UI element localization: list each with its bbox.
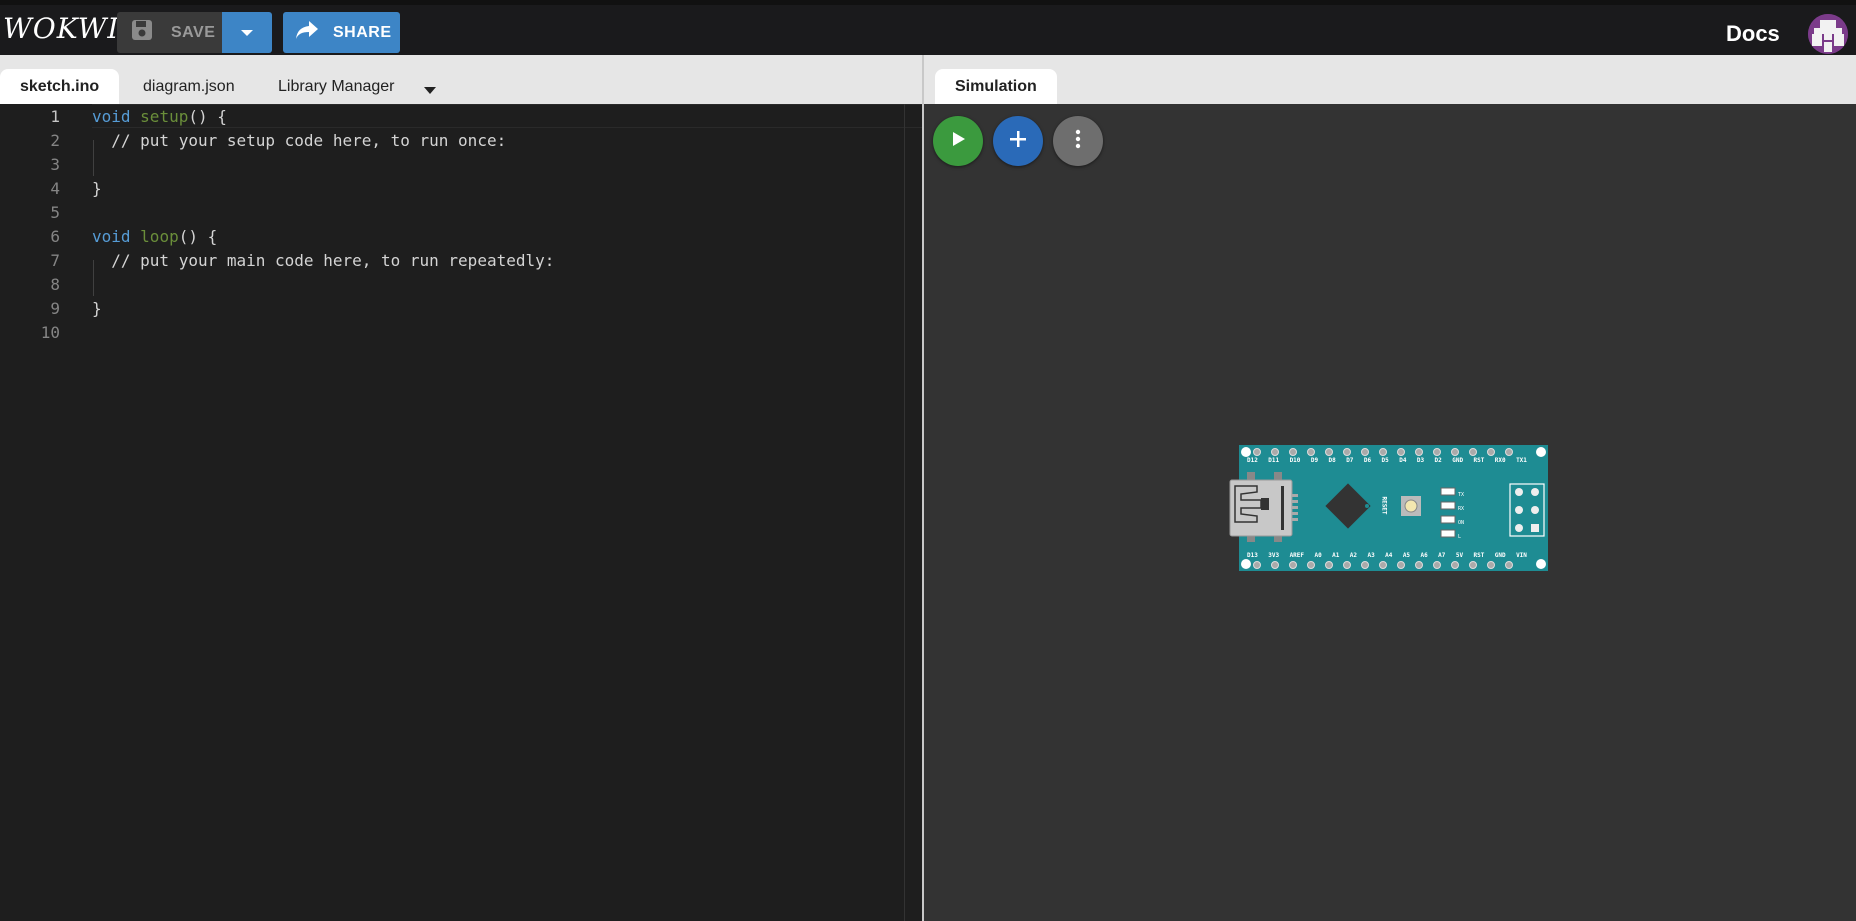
- tab-sketch-ino[interactable]: sketch.ino: [0, 69, 120, 104]
- pin-label: D2: [1434, 457, 1442, 464]
- code-line: 7 // put your main code here, to run rep…: [0, 248, 922, 272]
- docs-link[interactable]: Docs: [1726, 21, 1780, 47]
- line-number: 2: [50, 130, 60, 150]
- code-text: // put your setup code here, to run once…: [92, 130, 507, 150]
- pin-label: A3: [1367, 552, 1375, 559]
- editor-scrollbar[interactable]: [904, 104, 905, 921]
- floppy-disk-icon: [131, 19, 153, 46]
- code-line: 2 // put your setup code here, to run on…: [0, 128, 922, 152]
- pin-label: D7: [1346, 457, 1354, 464]
- code-editor[interactable]: 1 void setup() { 2 // put your setup cod…: [0, 104, 922, 921]
- code-line: 6 void loop() {: [0, 224, 922, 248]
- code-line: 3: [0, 152, 922, 176]
- line-number: 1: [50, 106, 60, 126]
- line-number: 5: [50, 202, 60, 222]
- pin-label: A0: [1314, 552, 1322, 559]
- user-avatar[interactable]: [1808, 14, 1848, 54]
- top-bar: WOKWI SAVE SHARE Docs: [0, 0, 1856, 55]
- code-text: }: [92, 298, 102, 318]
- tab-diagram-json[interactable]: diagram.json: [123, 69, 255, 104]
- pin-label: GND: [1452, 457, 1464, 464]
- pin-label: A5: [1402, 552, 1411, 559]
- save-label: SAVE: [171, 23, 216, 41]
- top-pin-labels: D12 D11 D10 D9 D8 D7 D6 D5 D4 D3 D2 GND …: [1247, 457, 1527, 464]
- code-text: void setup() {: [92, 106, 227, 126]
- caret-down-icon: [424, 81, 436, 98]
- vertical-dots-icon: [1075, 129, 1081, 154]
- pin-label: D4: [1399, 457, 1407, 464]
- line-number: 6: [50, 226, 60, 246]
- line-number: 3: [50, 154, 60, 174]
- tabs-more-dropdown[interactable]: [424, 81, 436, 99]
- play-icon: [949, 130, 967, 153]
- pin-label: A1: [1332, 552, 1340, 559]
- pin-label: GND: [1494, 552, 1506, 559]
- code-line: 9 }: [0, 296, 922, 320]
- pin-label: D12: [1247, 457, 1258, 464]
- pin-label: AREF: [1289, 552, 1305, 559]
- line-number: 9: [50, 298, 60, 318]
- pin-label: D6: [1363, 457, 1372, 464]
- pin-label: RX0: [1494, 457, 1506, 464]
- reset-label: RESET: [1380, 496, 1388, 515]
- line-number: 8: [50, 274, 60, 294]
- pin-label: D13: [1247, 552, 1258, 559]
- save-button[interactable]: SAVE: [117, 12, 222, 53]
- code-line: 8: [0, 272, 922, 296]
- start-simulation-button[interactable]: [933, 116, 983, 166]
- editor-tab-bar: sketch.ino diagram.json Library Manager: [0, 55, 922, 104]
- save-options-dropdown[interactable]: [222, 12, 272, 53]
- pin-label: 3V3: [1268, 552, 1280, 559]
- pin-label: 5V: [1455, 552, 1464, 559]
- add-part-button[interactable]: [993, 116, 1043, 166]
- code-line: 5: [0, 200, 922, 224]
- code-line: 10: [0, 320, 922, 344]
- pin-label: D9: [1310, 457, 1319, 464]
- pin-label: VIN: [1516, 552, 1527, 559]
- tab-simulation[interactable]: Simulation: [935, 69, 1057, 104]
- pin-label: A2: [1349, 552, 1358, 559]
- tab-library-manager[interactable]: Library Manager: [258, 69, 415, 104]
- wokwi-logo[interactable]: WOKWI: [3, 12, 120, 48]
- caret-down-icon: [240, 24, 254, 42]
- plus-icon: [1008, 129, 1028, 154]
- led-label: RX: [1458, 506, 1465, 512]
- pin-label: TX1: [1516, 457, 1527, 464]
- led-label: TX: [1458, 492, 1465, 498]
- code-text: void loop() {: [92, 226, 218, 246]
- code-line: 1 void setup() {: [0, 104, 922, 128]
- code-text: // put your main code here, to run repea…: [92, 250, 555, 270]
- more-options-button[interactable]: [1053, 116, 1103, 166]
- share-button[interactable]: SHARE: [283, 12, 400, 53]
- line-number: 10: [40, 322, 60, 342]
- simulation-pane: D12 D11 D10 D9 D8 D7 D6 D5 D4 D3 D2 GND …: [924, 104, 1856, 921]
- code-text: }: [92, 178, 102, 198]
- arduino-nano-board[interactable]: D12 D11 D10 D9 D8 D7 D6 D5 D4 D3 D2 GND …: [1229, 444, 1549, 576]
- simulation-tab-bar: Simulation: [924, 55, 1856, 104]
- pin-label: D10: [1289, 457, 1301, 464]
- led-label: L: [1458, 534, 1462, 540]
- pin-label: RST: [1473, 552, 1485, 559]
- pin-label: D11: [1268, 457, 1280, 464]
- line-number: 7: [50, 250, 60, 270]
- code-line: 4 }: [0, 176, 922, 200]
- led-labels: TX RX ON L: [1458, 488, 1464, 544]
- pin-label: RST: [1473, 457, 1485, 464]
- bottom-pin-labels: D13 3V3 AREF A0 A1 A2 A3 A4 A5 A6 A7 5V …: [1247, 552, 1527, 559]
- pin-label: D3: [1416, 457, 1425, 464]
- pin-label: A6: [1420, 552, 1428, 559]
- pin-label: D5: [1381, 457, 1389, 464]
- pin-label: D8: [1328, 457, 1336, 464]
- pin-label: A7: [1438, 552, 1446, 559]
- line-number: 4: [50, 178, 60, 198]
- share-label: SHARE: [333, 23, 392, 41]
- led-label: ON: [1458, 520, 1465, 526]
- share-arrow-icon: [295, 20, 319, 45]
- pin-label: A4: [1385, 552, 1393, 559]
